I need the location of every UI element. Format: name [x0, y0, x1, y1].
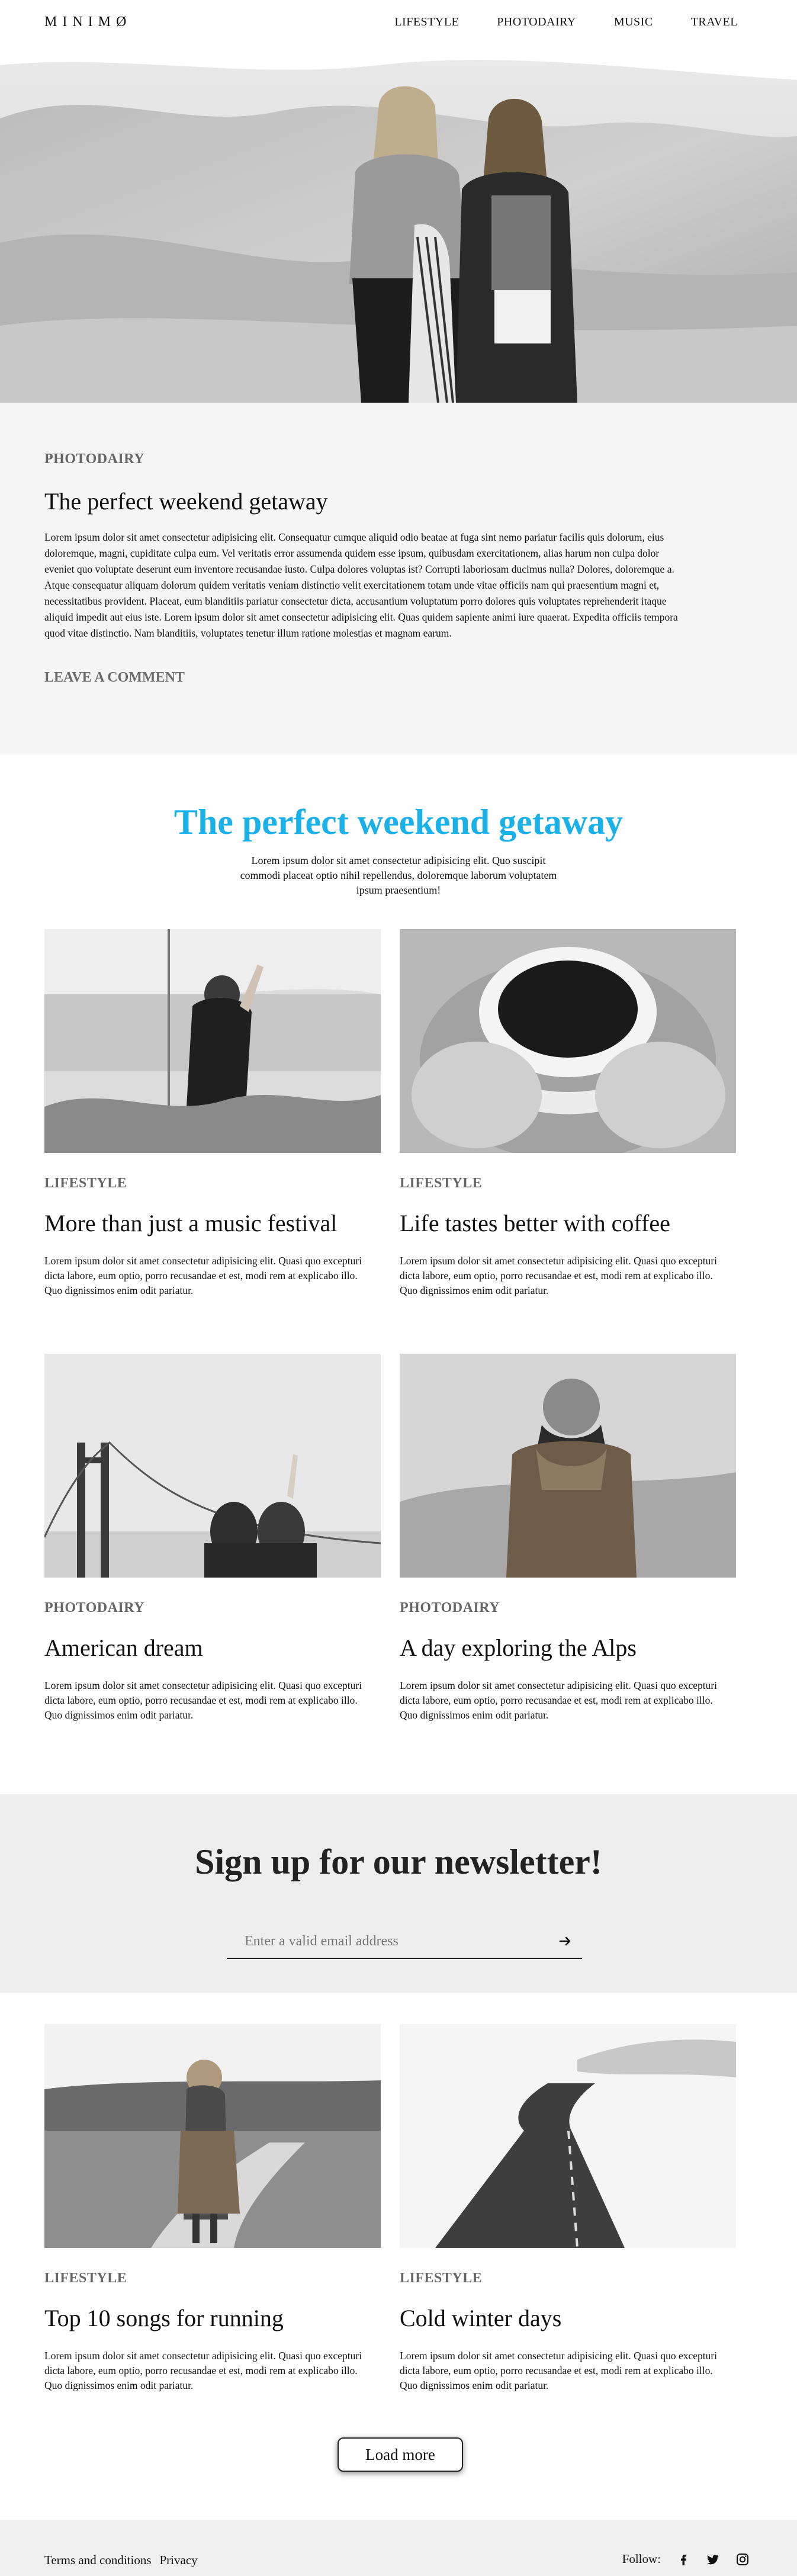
nav-item-travel[interactable]: TRAVEL — [691, 15, 738, 29]
hero-image — [0, 47, 797, 403]
post-title[interactable]: More than just a music festival — [44, 1209, 381, 1237]
follow-label: Follow: — [622, 2552, 661, 2566]
intro-text: Lorem ipsum dolor sit amet consectetur a… — [240, 855, 557, 896]
nav-item-photodairy[interactable]: PHOTODAIRY — [497, 15, 576, 29]
newsletter-title: Sign up for our newsletter! — [195, 1842, 602, 1881]
terms-link[interactable]: Terms and conditions — [44, 2553, 152, 2568]
post-image-coffee[interactable] — [400, 929, 736, 1153]
nav-item-lifestyle[interactable]: LIFESTYLE — [394, 15, 459, 29]
post-image-winter-road[interactable] — [400, 2024, 736, 2248]
featured-title[interactable]: The perfect weekend getaway — [44, 487, 753, 515]
load-more-button[interactable]: Load more — [338, 2437, 463, 2472]
site-footer: Terms and conditions Privacy Follow: — [0, 2520, 797, 2576]
intro-title: The perfect weekend getaway — [173, 802, 624, 841]
site-header: MINIMØ LIFESTYLE PHOTODAIRY MUSIC TRAVEL — [0, 0, 797, 47]
post-category[interactable]: PHOTODAIRY — [44, 1600, 381, 1616]
post-card[interactable]: LIFESTYLE Top 10 songs for running Lorem… — [44, 2024, 381, 2393]
intro-section: The perfect weekend getaway Lorem ipsum … — [0, 754, 797, 898]
newsletter-form — [227, 1925, 582, 1959]
post-image-bridge[interactable] — [44, 1354, 381, 1578]
post-category[interactable]: LIFESTYLE — [44, 1175, 381, 1191]
post-image-running[interactable] — [44, 2024, 381, 2248]
featured-body: Lorem ipsum dolor sit amet consectetur a… — [44, 531, 678, 639]
post-category[interactable]: LIFESTYLE — [44, 2270, 381, 2286]
post-image-festival[interactable] — [44, 929, 381, 1153]
nav-item-music[interactable]: MUSIC — [614, 15, 653, 29]
post-category[interactable]: LIFESTYLE — [400, 1175, 736, 1191]
post-category[interactable]: PHOTODAIRY — [400, 1600, 736, 1616]
footer-links: Terms and conditions Privacy — [44, 2553, 198, 2568]
facebook-icon[interactable] — [676, 2552, 690, 2567]
post-excerpt: Lorem ipsum dolor sit amet consectetur a… — [44, 1255, 362, 1296]
post-excerpt: Lorem ipsum dolor sit amet consectetur a… — [44, 2350, 362, 2391]
hero-photo-two-women-dunes — [0, 47, 797, 403]
featured-category[interactable]: PHOTODAIRY — [44, 451, 753, 467]
post-excerpt: Lorem ipsum dolor sit amet consectetur a… — [400, 1255, 718, 1296]
newsletter-email-input[interactable] — [245, 1925, 564, 1958]
post-title[interactable]: Life tastes better with coffee — [400, 1209, 736, 1237]
post-card[interactable]: PHOTODAIRY A day exploring the Alps Lore… — [400, 1354, 736, 1723]
post-card[interactable]: LIFESTYLE Cold winter days Lorem ipsum d… — [400, 2024, 736, 2393]
newsletter-section: Sign up for our newsletter! — [0, 1794, 797, 1993]
privacy-link[interactable]: Privacy — [160, 2553, 198, 2568]
main-nav: LIFESTYLE PHOTODAIRY MUSIC TRAVEL — [394, 15, 738, 29]
post-image-alps[interactable] — [400, 1354, 736, 1578]
site-logo[interactable]: MINIMØ — [44, 14, 131, 30]
post-title[interactable]: Top 10 songs for running — [44, 2304, 381, 2332]
post-title[interactable]: Cold winter days — [400, 2304, 736, 2332]
post-excerpt: Lorem ipsum dolor sit amet consectetur a… — [400, 1679, 718, 1721]
social-follow: Follow: — [622, 2552, 750, 2567]
post-excerpt: Lorem ipsum dolor sit amet consectetur a… — [400, 2350, 718, 2391]
leave-comment-link[interactable]: LEAVE A COMMENT — [44, 670, 185, 686]
twitter-icon[interactable] — [706, 2552, 720, 2567]
post-excerpt: Lorem ipsum dolor sit amet consectetur a… — [44, 1679, 362, 1721]
post-title[interactable]: A day exploring the Alps — [400, 1634, 736, 1662]
post-card[interactable]: LIFESTYLE Life tastes better with coffee… — [400, 929, 736, 1298]
post-card[interactable]: LIFESTYLE More than just a music festiva… — [44, 929, 381, 1298]
arrow-right-icon[interactable] — [558, 1934, 573, 1948]
instagram-icon[interactable] — [735, 2552, 750, 2567]
post-category[interactable]: LIFESTYLE — [400, 2270, 736, 2286]
featured-article: PHOTODAIRY The perfect weekend getaway L… — [0, 403, 797, 754]
post-title[interactable]: American dream — [44, 1634, 381, 1662]
post-card[interactable]: PHOTODAIRY American dream Lorem ipsum do… — [44, 1354, 381, 1723]
